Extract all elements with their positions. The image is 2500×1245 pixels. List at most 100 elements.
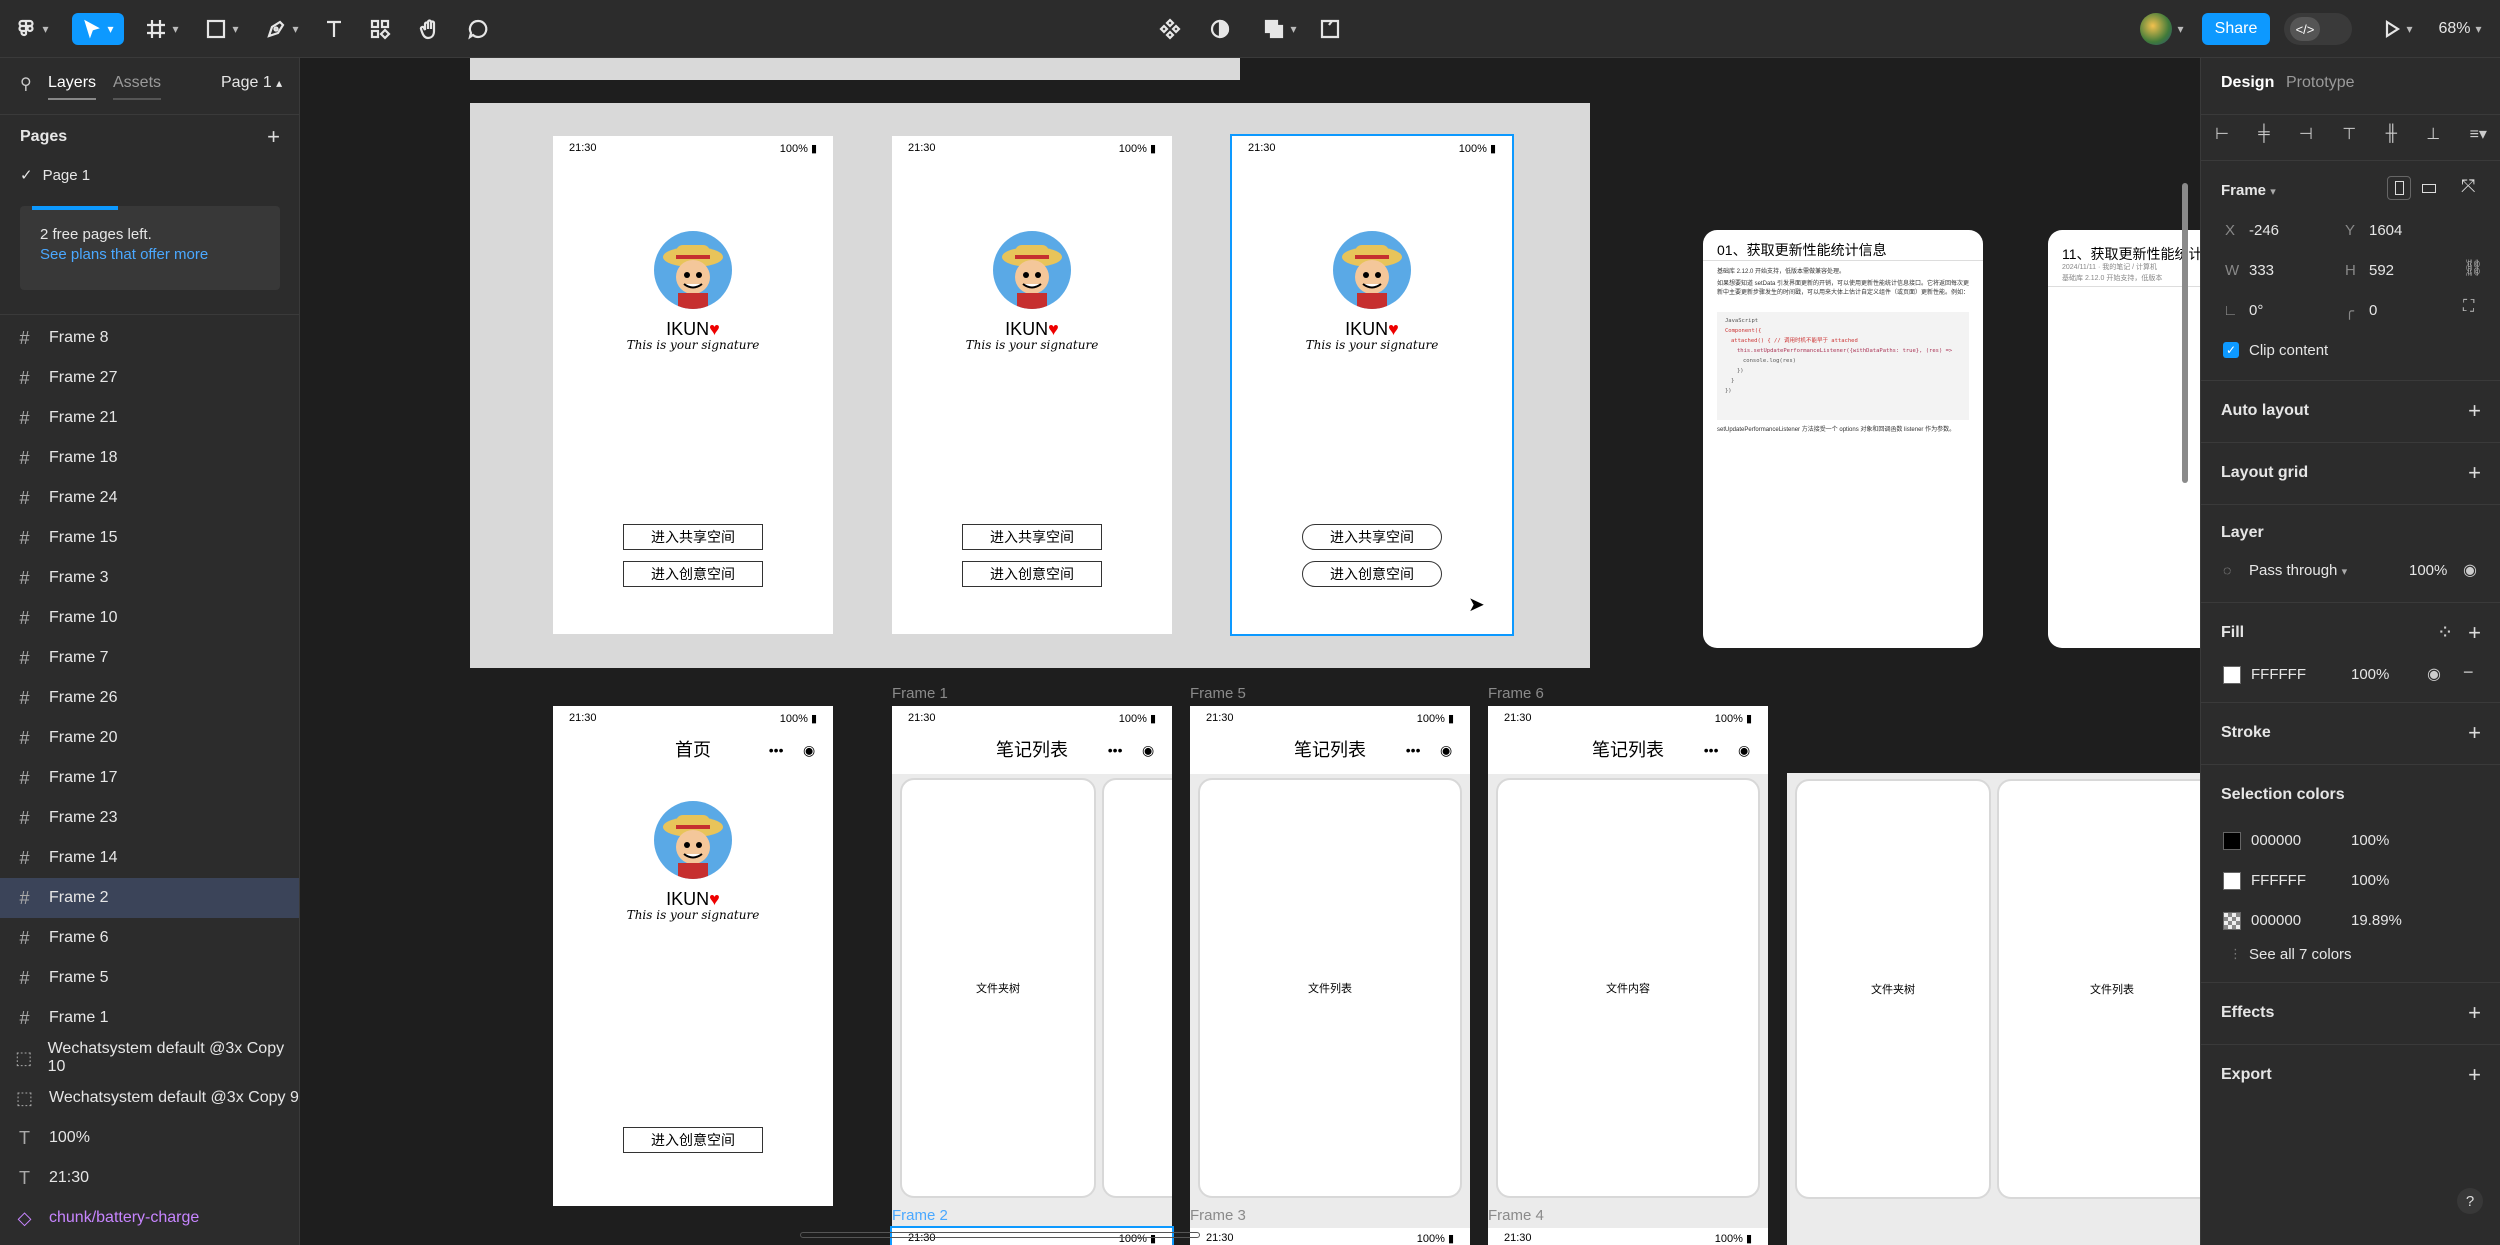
shape-tool-button[interactable]: ▾ — [196, 13, 248, 45]
add-fill-icon[interactable]: + — [2468, 620, 2481, 646]
avatar-button[interactable]: ▾ — [2130, 13, 2194, 45]
layer-item[interactable]: ◇ chunk/battery-charge — [0, 1198, 299, 1238]
distribute-icon[interactable]: ≡▾ — [2470, 124, 2487, 144]
mini-program-capsule[interactable]: ••• ◉ — [759, 739, 825, 761]
clip-content-checkbox[interactable]: ✓ — [2223, 342, 2239, 358]
independent-corners-icon[interactable]: ⛶ — [2463, 298, 2474, 316]
layer-item[interactable]: T 21:30 — [0, 1158, 299, 1198]
fill-opacity-input[interactable]: 100% — [2351, 666, 2389, 683]
tab-assets[interactable]: Assets — [113, 74, 162, 100]
color-opacity[interactable]: 19.89% — [2351, 912, 2402, 929]
layer-item[interactable]: # Frame 10 — [0, 598, 299, 638]
text-tool-button[interactable] — [316, 13, 352, 45]
enter-share-space-button[interactable]: 进入共享空间 — [962, 524, 1102, 550]
resources-button[interactable] — [362, 13, 398, 45]
help-button[interactable]: ? — [2457, 1188, 2483, 1214]
present-button[interactable]: ▾ — [2376, 13, 2420, 45]
color-swatch[interactable] — [2223, 912, 2241, 930]
page-item-page-1[interactable]: ✓ Page 1 — [20, 166, 90, 184]
frame-label-1[interactable]: Frame 1 — [892, 685, 948, 702]
landscape-toggle[interactable] — [2417, 176, 2441, 200]
align-center-h-icon[interactable]: ╪ — [2258, 125, 2269, 143]
align-left-icon[interactable]: ⊢ — [2215, 124, 2229, 144]
align-middle-icon[interactable]: ╫ — [2386, 125, 2397, 143]
page-selector[interactable]: Page 1 ▴ — [221, 74, 282, 92]
enter-create-space-button[interactable]: 进入创意空间 — [623, 561, 763, 587]
login-frame-c-selected[interactable]: 21:30 100% ▮ IKUN♥ This is your signatur… — [1230, 134, 1514, 636]
color-hex[interactable]: 000000 — [2251, 832, 2301, 849]
color-hex[interactable]: 000000 — [2251, 912, 2301, 929]
frame-6[interactable]: 21:30 100% ▮ 笔记列表 ••• ◉ 文件内容 — [1488, 706, 1768, 1245]
eye-icon[interactable]: ◉ — [2463, 560, 2477, 580]
doc-card-1[interactable]: 01、获取更新性能统计信息 基础库 2.12.0 开始支持，低版本需做兼容处理。… — [1703, 230, 1983, 648]
search-icon[interactable]: ⚲ — [20, 74, 32, 94]
frame-label-2[interactable]: Frame 2 — [892, 1207, 948, 1224]
file-list-card-peek[interactable] — [1102, 778, 1172, 1198]
eye-icon[interactable]: ◉ — [2427, 664, 2441, 684]
fill-styles-icon[interactable]: ⁘ — [2439, 624, 2451, 641]
frame-label-5[interactable]: Frame 5 — [1190, 685, 1246, 702]
horizontal-scrollbar[interactable] — [800, 1232, 1200, 1238]
frame-label-4[interactable]: Frame 4 — [1488, 1207, 1544, 1224]
layer-item[interactable]: # Frame 18 — [0, 438, 299, 478]
add-export-icon[interactable]: + — [2468, 1062, 2481, 1088]
move-tool-button[interactable]: ▾ — [72, 13, 124, 45]
layer-item[interactable]: # Frame 14 — [0, 838, 299, 878]
see-plans-link[interactable]: See plans that offer more — [40, 246, 208, 263]
enter-create-space-button[interactable]: 进入创意空间 — [1302, 561, 1442, 587]
align-top-icon[interactable]: ⊤ — [2342, 124, 2356, 144]
file-content-card[interactable]: 文件内容 — [1496, 778, 1760, 1198]
layer-item[interactable]: # Frame 8 — [0, 318, 299, 358]
partial-frame[interactable] — [470, 58, 1240, 80]
layer-item[interactable]: # Frame 23 — [0, 798, 299, 838]
blend-mode-select[interactable]: Pass through ▾ — [2249, 562, 2347, 579]
color-opacity[interactable]: 100% — [2351, 872, 2389, 889]
layer-item[interactable]: # Frame 7 — [0, 638, 299, 678]
enter-create-space-button[interactable]: 进入创意空间 — [962, 561, 1102, 587]
add-effect-icon[interactable]: + — [2468, 1000, 2481, 1026]
enter-share-space-button[interactable]: 进入共享空间 — [623, 524, 763, 550]
layer-item[interactable]: ⬚ Wechatsystem default @3x Copy 10 — [0, 1038, 299, 1078]
tab-design[interactable]: Design — [2221, 74, 2274, 92]
rotation-input[interactable]: 0° — [2249, 302, 2263, 319]
layer-item[interactable]: # Frame 27 — [0, 358, 299, 398]
color-swatch[interactable] — [2223, 872, 2241, 890]
enter-share-space-button[interactable]: 进入共享空间 — [1302, 524, 1442, 550]
layer-item[interactable]: # Frame 1 — [0, 998, 299, 1038]
frame-label-3[interactable]: Frame 3 — [1190, 1207, 1246, 1224]
split-frame[interactable]: 文件夹树 文件列表 — [1787, 773, 2200, 1245]
add-page-icon[interactable]: + — [267, 124, 280, 150]
add-stroke-icon[interactable]: + — [2468, 720, 2481, 746]
layer-item[interactable]: # Frame 17 — [0, 758, 299, 798]
frame-1[interactable]: 21:30 100% ▮ 笔记列表 ••• ◉ 文件夹树 — [892, 706, 1172, 1245]
dev-mode-toggle[interactable]: </> — [2284, 13, 2352, 45]
mask-button[interactable] — [1202, 13, 1238, 45]
layer-item[interactable]: # Frame 6 — [0, 918, 299, 958]
layer-item[interactable]: # Frame 20 — [0, 718, 299, 758]
login-frame-b[interactable]: 21:30 100% ▮ IKUN♥ This is your signatur… — [892, 136, 1172, 634]
align-bottom-icon[interactable]: ⊥ — [2426, 124, 2440, 144]
add-layout-grid-icon[interactable]: + — [2468, 460, 2481, 486]
component-button[interactable] — [1152, 13, 1188, 45]
layer-item[interactable]: # Frame 26 — [0, 678, 299, 718]
corner-radius-input[interactable]: 0 — [2369, 302, 2377, 319]
file-list-card[interactable]: 文件列表 — [1198, 778, 1462, 1198]
tab-prototype[interactable]: Prototype — [2286, 74, 2354, 92]
fill-hex-input[interactable]: FFFFFF — [2251, 666, 2306, 683]
folder-tree-card[interactable]: 文件夹树 — [900, 778, 1096, 1198]
see-all-colors-link[interactable]: See all 7 colors — [2249, 946, 2352, 963]
frame-tool-button[interactable]: ▾ — [136, 13, 188, 45]
zoom-menu[interactable]: 68% ▾ — [2430, 13, 2490, 45]
tab-layers[interactable]: Layers — [48, 74, 97, 100]
frame-5[interactable]: 21:30 100% ▮ 笔记列表 ••• ◉ 文件列表 — [1190, 706, 1470, 1245]
height-input[interactable]: 592 — [2369, 262, 2394, 279]
frame-4[interactable]: 21:30 100% ▮ — [1488, 1228, 1768, 1245]
frame-label-6[interactable]: Frame 6 — [1488, 685, 1544, 702]
login-frame-a[interactable]: 21:30 100% ▮ IKUN♥ This is your signatur… — [553, 136, 833, 634]
x-input[interactable]: -246 — [2249, 222, 2279, 239]
pen-tool-button[interactable]: ▾ — [256, 13, 308, 45]
canvas[interactable]: 21:30 100% ▮ IKUN♥ This is your signatur… — [300, 58, 2200, 1245]
layer-item[interactable]: # Frame 2 — [0, 878, 299, 918]
share-button[interactable]: Share — [2202, 13, 2270, 45]
mini-program-capsule[interactable]: ••• ◉ — [1396, 739, 1462, 761]
